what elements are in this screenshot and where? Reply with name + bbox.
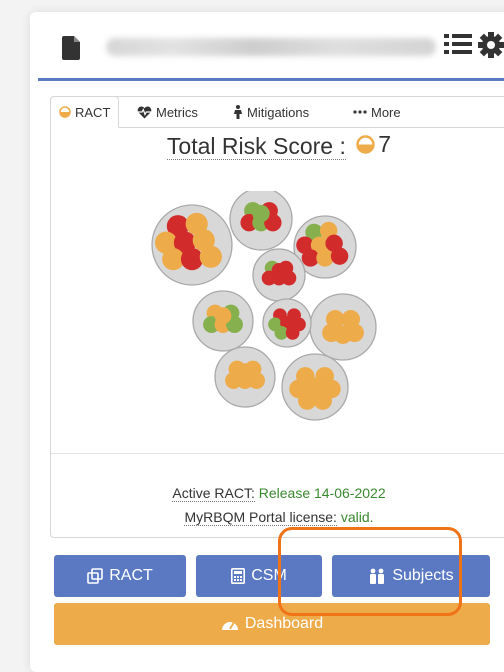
panel-divider	[51, 453, 504, 454]
file-icon[interactable]	[62, 36, 82, 60]
license-label: MyRBQM Portal license:	[184, 509, 337, 526]
highlight-box	[278, 527, 462, 616]
heartbeat-icon	[137, 106, 152, 118]
risk-dot	[236, 363, 254, 381]
dashboard-gauge-icon	[221, 622, 238, 630]
ellipsis-icon	[353, 110, 367, 114]
tab-mitigations[interactable]: Mitigations	[233, 97, 309, 127]
female-figure-icon	[234, 105, 242, 119]
risk-dot	[199, 245, 222, 268]
total-risk-score: Total Risk Score : 7	[51, 131, 504, 160]
button-label: RACT	[109, 567, 153, 584]
copy-icon	[87, 568, 104, 584]
risk-bubble-chart	[151, 191, 377, 421]
active-ract-label: Active RACT:	[172, 485, 255, 502]
risk-dot	[180, 248, 204, 271]
half-circle-icon	[356, 135, 375, 154]
tab-label: Metrics	[156, 104, 198, 120]
score-value: 7	[378, 131, 392, 157]
tab-label: More	[371, 104, 401, 120]
license-value: valid.	[340, 509, 374, 525]
gear-icon[interactable]	[478, 32, 504, 58]
tab-label: RACT	[75, 104, 111, 120]
risk-dot	[285, 326, 300, 340]
risk-dot	[345, 323, 364, 343]
score-label: Total Risk Score :	[166, 133, 346, 160]
active-ract-value: Release 14-06-2022	[258, 485, 386, 501]
tab-more[interactable]: More	[353, 97, 401, 127]
risk-dot	[271, 263, 287, 278]
tab-label: Mitigations	[247, 104, 310, 120]
header-divider	[38, 78, 504, 81]
ract-panel: RACT Metrics Mitigations More Total Risk…	[50, 96, 504, 538]
license-line: MyRBQM Portal license: valid.	[51, 509, 504, 526]
risk-dot	[313, 391, 332, 410]
active-ract-line: Active RACT: Release 14-06-2022	[51, 485, 504, 502]
calculator-icon	[231, 568, 246, 584]
blurred-title	[106, 38, 436, 56]
tab-metrics[interactable]: Metrics	[137, 97, 198, 127]
card-header	[30, 12, 504, 78]
button-label: Dashboard	[244, 615, 324, 632]
ract-button[interactable]: RACT	[54, 555, 186, 597]
half-circle-icon	[59, 106, 71, 118]
tab-bar: RACT Metrics Mitigations More	[50, 96, 504, 128]
risk-dot	[330, 247, 349, 265]
tab-ract[interactable]: RACT	[50, 96, 120, 128]
list-icon[interactable]	[444, 32, 472, 56]
risk-dot	[252, 204, 270, 223]
risk-dot	[214, 307, 232, 325]
